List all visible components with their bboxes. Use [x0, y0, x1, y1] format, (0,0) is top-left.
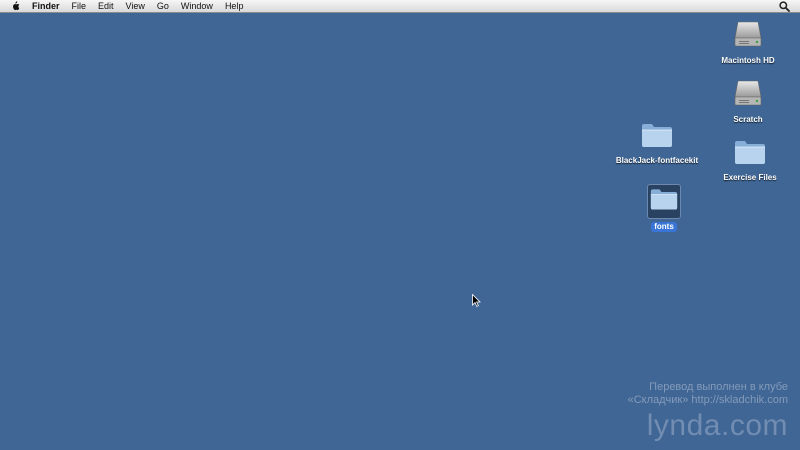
watermark-line-1: Перевод выполнен в клубе — [649, 381, 788, 393]
icon-label: fonts — [651, 222, 677, 232]
translation-watermark: Перевод выполнен в клубе «Складчик» http… — [628, 381, 788, 407]
menu-app-finder[interactable]: Finder — [32, 0, 66, 13]
folder-icon — [647, 184, 681, 219]
menu-window[interactable]: Window — [175, 0, 219, 13]
icon-label: Macintosh HD — [721, 56, 775, 65]
desktop-icon-macintosh-hd[interactable]: Macintosh HD — [716, 18, 780, 66]
watermark-line-2: «Складчик» http://skladchik.com — [627, 394, 788, 406]
menu-view[interactable]: View — [120, 0, 151, 13]
icon-label: BlackJack-fontfacekit — [615, 156, 699, 165]
folder-icon — [641, 122, 673, 153]
desktop-icon-scratch[interactable]: Scratch — [716, 77, 780, 125]
lynda-logo: lynda.com — [646, 409, 788, 442]
desktop-icon-exercise-files[interactable]: Exercise Files — [716, 139, 784, 183]
menu-go[interactable]: Go — [151, 0, 175, 13]
menu-edit[interactable]: Edit — [92, 0, 120, 13]
menu-help[interactable]: Help — [219, 0, 250, 13]
menu-file[interactable]: File — [66, 0, 93, 13]
menu-bar: Finder File Edit View Go Window Help — [0, 0, 800, 13]
hard-drive-icon — [733, 18, 763, 53]
icon-label: Exercise Files — [723, 173, 777, 182]
desktop-icon-fonts[interactable]: fonts — [630, 184, 698, 232]
hard-drive-icon — [733, 77, 763, 112]
mouse-pointer-icon — [472, 293, 481, 307]
search-icon[interactable] — [779, 1, 790, 12]
apple-icon[interactable] — [10, 1, 20, 12]
icon-label: Scratch — [733, 115, 763, 124]
folder-icon — [734, 139, 766, 170]
desktop-icon-blackjack-fontfacekit[interactable]: BlackJack-fontfacekit — [607, 122, 707, 166]
